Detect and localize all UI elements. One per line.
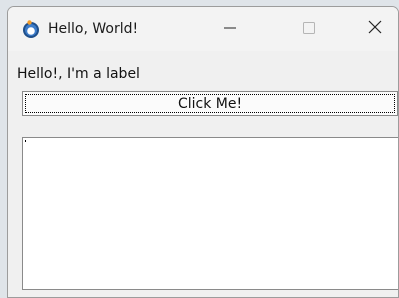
click-me-button-label: Click Me! [177,95,243,112]
maximize-button[interactable] [286,7,332,51]
title-bar[interactable]: Hello, World! [8,7,398,51]
text-area[interactable] [22,137,398,290]
minimize-button[interactable] [207,7,253,51]
minimize-icon [223,20,237,39]
text-caret [25,140,26,142]
maximize-icon [302,20,316,39]
close-icon [367,19,383,39]
window-title: Hello, World! [48,21,139,37]
click-me-button[interactable]: Click Me! [22,91,398,116]
greeting-label: Hello!, I'm a label [17,66,140,82]
app-icon [21,19,41,39]
close-button[interactable] [352,7,398,51]
app-window: Hello, World! Hello!, I'm a label Click … [7,6,399,298]
